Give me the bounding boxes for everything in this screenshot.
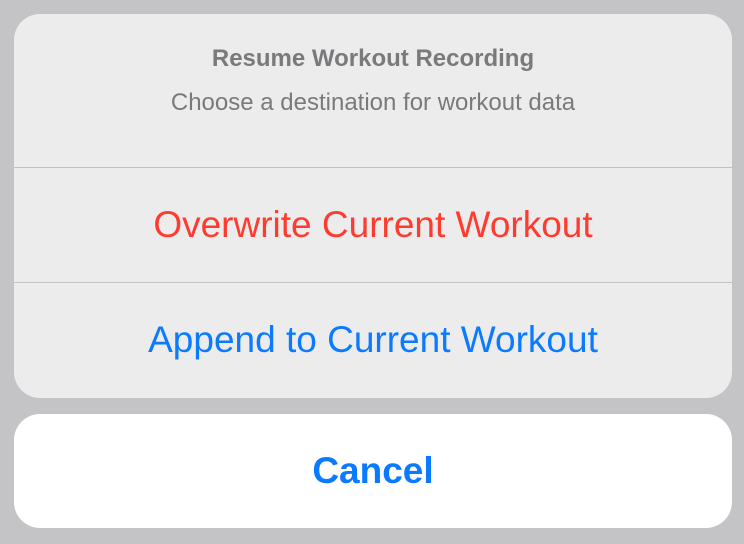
cancel-button[interactable]: Cancel — [14, 414, 732, 528]
action-sheet-header: Resume Workout Recording Choose a destin… — [14, 14, 732, 168]
action-sheet-title: Resume Workout Recording — [211, 45, 535, 72]
overwrite-current-workout-button[interactable]: Overwrite Current Workout — [14, 168, 732, 282]
append-to-current-workout-button[interactable]: Append to Current Workout — [14, 282, 732, 396]
action-sheet: Resume Workout Recording Choose a destin… — [14, 14, 732, 398]
action-sheet-message: Choose a destination for workout data — [170, 89, 576, 116]
